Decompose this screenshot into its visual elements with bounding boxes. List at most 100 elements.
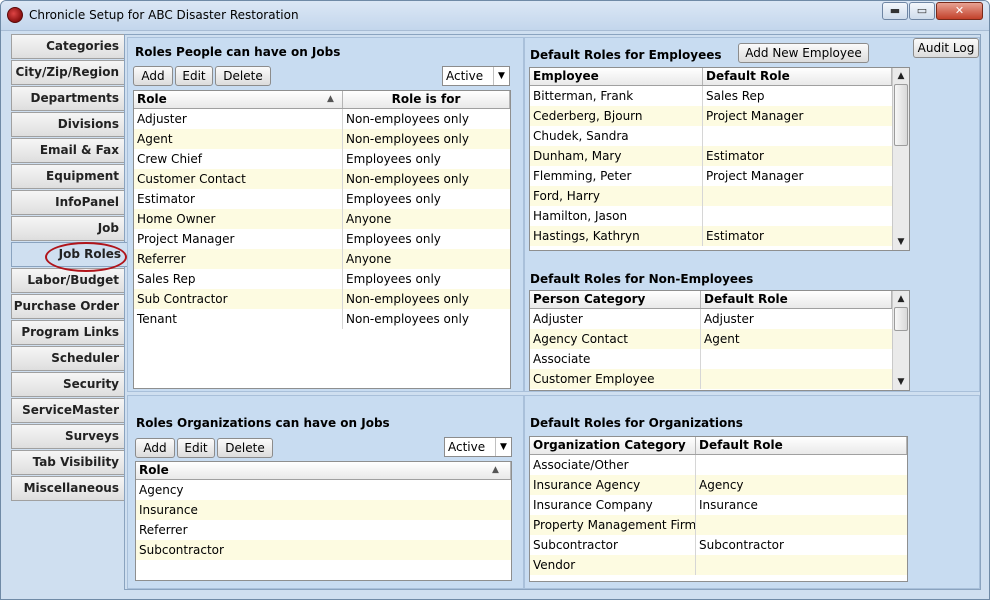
tab-labor-budget[interactable]: Labor/Budget bbox=[11, 268, 125, 293]
column-header[interactable]: Role bbox=[134, 91, 343, 108]
table-row[interactable]: Insurance Agency Agency bbox=[530, 475, 907, 495]
table-row[interactable]: Agency bbox=[136, 480, 511, 500]
sort-ascending-icon[interactable]: ▲ bbox=[327, 94, 334, 104]
chevron-down-icon[interactable]: ▼ bbox=[495, 438, 511, 456]
column-header[interactable]: Organization Category bbox=[530, 437, 696, 454]
org-default-roles-table: Organization Category Default Role Associa… bbox=[529, 436, 908, 582]
org-roles-status-select[interactable]: Active ▼ bbox=[444, 437, 512, 457]
table-cell: Agent bbox=[137, 132, 173, 146]
tab-surveys[interactable]: Surveys bbox=[11, 424, 125, 449]
table-row[interactable]: Adjuster Non-employees only bbox=[134, 109, 510, 129]
column-header[interactable]: Default Role bbox=[703, 68, 892, 85]
table-row[interactable]: Sub Contractor Non-employees only bbox=[134, 289, 510, 309]
table-row[interactable]: Referrer Anyone bbox=[134, 249, 510, 269]
tab-email-fax[interactable]: Email & Fax bbox=[11, 138, 125, 163]
table-cell: Sub Contractor bbox=[137, 292, 228, 306]
table-cell: Non-employees only bbox=[346, 312, 469, 326]
status-select-value: Active bbox=[446, 69, 484, 83]
org-roles-panel: Roles Organizations can have on Jobs Add… bbox=[127, 395, 524, 589]
scroll-thumb[interactable] bbox=[894, 307, 908, 331]
table-row[interactable]: Insurance Company Insurance bbox=[530, 495, 907, 515]
table-row[interactable]: Sales Rep Employees only bbox=[134, 269, 510, 289]
scroll-thumb[interactable] bbox=[894, 84, 908, 146]
tab-city-zip-region[interactable]: City/Zip/Region bbox=[11, 60, 125, 85]
table-row[interactable]: Adjuster Adjuster bbox=[530, 309, 892, 329]
scroll-down-icon[interactable]: ▼ bbox=[893, 234, 909, 250]
column-header[interactable]: Role bbox=[136, 462, 511, 479]
table-cell: Ford, Harry bbox=[533, 189, 600, 203]
table-cell: Project Manager bbox=[137, 232, 235, 246]
table-row[interactable]: Associate bbox=[530, 349, 892, 369]
table-row[interactable]: Subcontractor Subcontractor bbox=[530, 535, 907, 555]
delete-org-role-button[interactable]: Delete bbox=[217, 438, 273, 458]
chevron-down-icon[interactable]: ▼ bbox=[493, 67, 509, 85]
add-new-employee-button[interactable]: Add New Employee bbox=[738, 43, 869, 63]
add-person-role-button[interactable]: Add bbox=[133, 66, 173, 86]
table-row[interactable]: Dunham, Mary Estimator bbox=[530, 146, 892, 166]
table-row[interactable]: Crew Chief Employees only bbox=[134, 149, 510, 169]
table-row[interactable]: Cederberg, Bjourn Project Manager bbox=[530, 106, 892, 126]
tab-program-links[interactable]: Program Links bbox=[11, 320, 125, 345]
scroll-down-icon[interactable]: ▼ bbox=[893, 374, 909, 390]
minimize-button[interactable]: ▬ bbox=[882, 2, 908, 20]
vertical-scrollbar[interactable]: ▲ ▼ bbox=[892, 68, 909, 250]
table-row[interactable]: Project Manager Employees only bbox=[134, 229, 510, 249]
table-row[interactable]: Bitterman, Frank Sales Rep bbox=[530, 86, 892, 106]
table-row[interactable]: Home Owner Anyone bbox=[134, 209, 510, 229]
tab-security[interactable]: Security bbox=[11, 372, 125, 397]
tab-servicemaster[interactable]: ServiceMaster bbox=[11, 398, 125, 423]
tab-categories[interactable]: Categories bbox=[11, 34, 125, 59]
add-org-role-button[interactable]: Add bbox=[135, 438, 175, 458]
scroll-up-icon[interactable]: ▲ bbox=[893, 291, 909, 307]
title-bar[interactable]: Chronicle Setup for ABC Disaster Restora… bbox=[1, 1, 989, 31]
edit-person-role-button[interactable]: Edit bbox=[175, 66, 213, 86]
tab-departments[interactable]: Departments bbox=[11, 86, 125, 111]
table-row[interactable]: Agent Non-employees only bbox=[134, 129, 510, 149]
table-row[interactable]: Subcontractor bbox=[136, 540, 511, 560]
table-row[interactable]: Ford, Harry bbox=[530, 186, 892, 206]
table-row[interactable]: Estimator Employees only bbox=[134, 189, 510, 209]
table-row[interactable]: Referrer bbox=[136, 520, 511, 540]
table-row[interactable]: Tenant Non-employees only bbox=[134, 309, 510, 329]
maximize-button[interactable]: ▭ bbox=[909, 2, 935, 20]
table-cell: Crew Chief bbox=[137, 152, 202, 166]
tab-infopanel[interactable]: InfoPanel bbox=[11, 190, 125, 215]
column-header[interactable]: Default Role bbox=[701, 291, 892, 308]
vertical-scrollbar[interactable]: ▲ ▼ bbox=[892, 291, 909, 390]
tab-job[interactable]: Job bbox=[11, 216, 125, 241]
table-row[interactable]: Flemming, Peter Project Manager bbox=[530, 166, 892, 186]
table-row[interactable]: Associate/Other bbox=[530, 455, 907, 475]
tab-purchase-order[interactable]: Purchase Order bbox=[11, 294, 125, 319]
column-header[interactable]: Role is for bbox=[343, 91, 510, 108]
column-header[interactable]: Employee bbox=[530, 68, 703, 85]
tab-equipment[interactable]: Equipment bbox=[11, 164, 125, 189]
table-row[interactable]: Hamilton, Jason bbox=[530, 206, 892, 226]
app-window: Chronicle Setup for ABC Disaster Restora… bbox=[0, 0, 990, 600]
table-cell bbox=[696, 515, 907, 535]
scroll-up-icon[interactable]: ▲ bbox=[893, 68, 909, 84]
sort-ascending-icon[interactable]: ▲ bbox=[492, 465, 499, 475]
column-header[interactable]: Default Role bbox=[696, 437, 907, 454]
table-row[interactable]: Property Management Firm bbox=[530, 515, 907, 535]
table-cell: Vendor bbox=[533, 558, 576, 572]
table-cell: Customer Contact bbox=[137, 172, 246, 186]
people-roles-status-select[interactable]: Active ▼ bbox=[442, 66, 510, 86]
audit-log-button[interactable]: Audit Log bbox=[913, 38, 979, 58]
table-header: Employee Default Role bbox=[530, 68, 892, 86]
tab-scheduler[interactable]: Scheduler bbox=[11, 346, 125, 371]
table-row[interactable]: Agency Contact Agent bbox=[530, 329, 892, 349]
table-row[interactable]: Vendor bbox=[530, 555, 907, 575]
tab-tab-visibility[interactable]: Tab Visibility bbox=[11, 450, 125, 475]
column-header[interactable]: Person Category bbox=[530, 291, 701, 308]
close-button[interactable]: ✕ bbox=[936, 2, 983, 20]
tab-miscellaneous[interactable]: Miscellaneous bbox=[11, 476, 125, 501]
delete-person-role-button[interactable]: Delete bbox=[215, 66, 271, 86]
table-row[interactable]: Insurance bbox=[136, 500, 511, 520]
tab-divisions[interactable]: Divisions bbox=[11, 112, 125, 137]
table-row[interactable]: Customer Contact Non-employees only bbox=[134, 169, 510, 189]
table-cell bbox=[703, 186, 892, 206]
table-row[interactable]: Chudek, Sandra bbox=[530, 126, 892, 146]
table-row[interactable]: Hastings, Kathryn Estimator bbox=[530, 226, 892, 246]
edit-org-role-button[interactable]: Edit bbox=[177, 438, 215, 458]
table-row[interactable]: Customer Employee bbox=[530, 369, 892, 389]
